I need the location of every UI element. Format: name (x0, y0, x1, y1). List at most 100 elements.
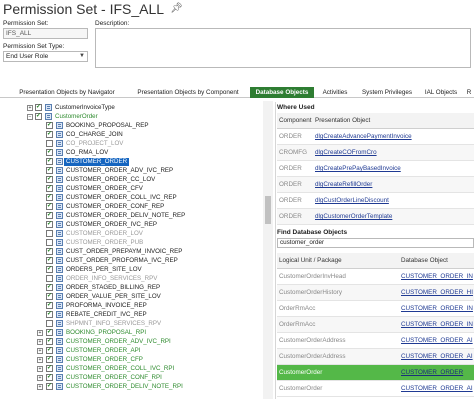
checkbox[interactable] (46, 230, 53, 237)
checkbox[interactable]: ✓ (46, 149, 53, 156)
tree-leaf[interactable]: ✓ CUSTOMER_ORDER_CONF_REP (0, 203, 263, 211)
checkbox[interactable]: ✓ (46, 185, 53, 192)
tree-node[interactable]: + ✓ CUSTOMER_ORDER_ADV_IVC_RPI (0, 338, 263, 346)
column-header-database-object[interactable]: Database Object (401, 253, 448, 269)
tree-leaf[interactable]: ✓ BOOKING_PROPOSAL_REP (0, 122, 263, 130)
tree-leaf[interactable]: CO_PROJECT_LOV (0, 140, 263, 148)
expand-icon[interactable]: + (37, 357, 43, 363)
checkbox[interactable]: ✓ (46, 347, 53, 354)
permission-set-type-select[interactable]: End User Role ▼ (3, 51, 88, 62)
tree-leaf[interactable]: CUSTOMER_ORDER_LOV (0, 230, 263, 238)
checkbox[interactable]: ✓ (46, 383, 53, 390)
column-header-component[interactable]: Component (279, 113, 312, 129)
tree-leaf[interactable]: ✓ CUST_ORDER_PREPAYM_INVOIC_REP (0, 248, 263, 256)
description-field[interactable] (95, 28, 471, 68)
tree-leaf[interactable]: ✓ ORDERS_PER_SITE_LOV (0, 266, 263, 274)
tree-leaf[interactable]: ORDER_INFO_SERVICES_RPV (0, 275, 263, 283)
checkbox[interactable]: ✓ (46, 221, 53, 228)
table-row[interactable]: CROMFG dlgCreateCOFromCro (277, 145, 474, 161)
checkbox[interactable] (46, 275, 53, 282)
expand-icon[interactable]: + (37, 375, 43, 381)
column-header-logical-unit[interactable]: Logical Unit / Package (279, 253, 342, 269)
tree-leaf[interactable]: ✓ ORDER_VALUE_PER_SITE_LOV (0, 293, 263, 301)
checkbox[interactable]: ✓ (46, 329, 53, 336)
checkbox[interactable]: ✓ (46, 131, 53, 138)
checkbox[interactable]: ✓ (35, 104, 42, 111)
tree-node[interactable]: − ✓ CustomerOrder (0, 113, 263, 121)
database-object-link[interactable]: CUSTOMER_ORDER_IN (401, 317, 473, 333)
tree-leaf[interactable]: ✓ CUSTOMER_ORDER_CC_LOV (0, 176, 263, 184)
checkbox[interactable]: ✓ (46, 293, 53, 300)
tree-node[interactable]: + ✓ CUSTOMER_ORDER_COLL_IVC_RPI (0, 365, 263, 373)
tab-database-objects[interactable]: Database Objects (250, 87, 314, 98)
tree-scrollbar-thumb[interactable] (265, 196, 271, 224)
database-object-link[interactable]: CUSTOMER_ORDER (401, 365, 463, 381)
database-object-link[interactable]: CUSTOMER_ORDER_AI (401, 381, 473, 397)
checkbox[interactable]: ✓ (46, 284, 53, 291)
table-row[interactable]: ORDER dlgCustomerOrderTemplate (277, 209, 474, 225)
tree-node[interactable]: + ✓ CUSTOMER_ORDER_CONF_RPI (0, 374, 263, 382)
table-row[interactable]: ORDER dlgCreatePrePayBasedInvoice (277, 161, 474, 177)
database-object-link[interactable]: CUSTOMER_ORDER_AI (401, 349, 473, 365)
tree-leaf-selected[interactable]: ✓ CUSTOMER_ORDER (0, 158, 263, 166)
table-row[interactable]: CustomerOrder CUSTOMER_ORDER_AI (277, 381, 474, 397)
checkbox[interactable]: ✓ (46, 266, 53, 273)
tree-node[interactable]: + ✓ CUSTOMER_ORDER_DELIV_NOTE_RPI (0, 383, 263, 391)
tab-system-privileges[interactable]: System Privileges (356, 87, 418, 98)
tab-ial-objects[interactable]: IAL Objects (421, 87, 461, 98)
tree-node[interactable]: + ✓ CUSTOMER_ORDER_API (0, 347, 263, 355)
checkbox[interactable]: ✓ (46, 176, 53, 183)
database-object-link[interactable]: CUSTOMER_ORDER_IN (401, 301, 473, 317)
checkbox[interactable]: ✓ (46, 167, 53, 174)
presentation-object-link[interactable]: dlgCreateRefillOrder (315, 177, 372, 193)
table-row[interactable]: ORDER dlgCustOrderLineDiscount (277, 193, 474, 209)
tab-activities[interactable]: Activities (317, 87, 353, 98)
column-header-presentation-object[interactable]: Presentation Object (315, 113, 370, 129)
checkbox[interactable]: ✓ (46, 356, 53, 363)
checkbox[interactable]: ✓ (46, 257, 53, 264)
tree-leaf[interactable]: ✓ CUSTOMER_ORDER_ADV_IVC_REP (0, 167, 263, 175)
table-row[interactable]: OrderRmAcc CUSTOMER_ORDER_IN (277, 301, 474, 317)
checkbox[interactable]: ✓ (46, 311, 53, 318)
checkbox[interactable]: ✓ (46, 194, 53, 201)
find-database-objects-input[interactable]: customer_order (277, 238, 474, 248)
checkbox[interactable]: ✓ (46, 248, 53, 255)
checkbox[interactable]: ✓ (46, 338, 53, 345)
tree-scrollbar[interactable] (263, 101, 273, 399)
checkbox[interactable] (46, 239, 53, 246)
tree-leaf[interactable]: ✓ ORDER_STAGED_BILLING_REP (0, 284, 263, 292)
presentation-object-link[interactable]: dlgCreatePrePayBasedInvoice (315, 161, 401, 177)
tree-leaf[interactable]: SHPMNT_INFO_SERVICES_RPV (0, 320, 263, 328)
permission-set-field[interactable]: IFS_ALL (3, 28, 88, 39)
expand-icon[interactable]: + (37, 348, 43, 354)
database-object-link[interactable]: CUSTOMER_ORDER_AI (401, 333, 473, 349)
table-row[interactable]: ORDER dlgCreateAdvancePaymentInvoice (277, 129, 474, 145)
collapse-icon[interactable]: − (27, 114, 33, 120)
tree-leaf[interactable]: ✓ CUSTOMER_ORDER_DELIV_NOTE_REP (0, 212, 263, 220)
tree-node[interactable]: + ✓ BOOKING_PROPOSAL_RPI (0, 329, 263, 337)
presentation-object-link[interactable]: dlgCustomerOrderTemplate (315, 209, 392, 225)
tree-leaf[interactable]: ✓ CUSTOMER_ORDER_CFV (0, 185, 263, 193)
tree-leaf[interactable]: ✓ CUSTOMER_ORDER_IVC_REP (0, 221, 263, 229)
table-row[interactable]: CustomerOrderAddress CUSTOMER_ORDER_AI (277, 333, 474, 349)
checkbox[interactable]: ✓ (46, 212, 53, 219)
table-row-selected[interactable]: CustomerOrder CUSTOMER_ORDER (277, 365, 474, 381)
checkbox[interactable]: ✓ (35, 113, 42, 120)
tree-leaf[interactable]: CUSTOMER_ORDER_PUB (0, 239, 263, 247)
tab-r[interactable]: R (464, 87, 474, 98)
presentation-object-link[interactable]: dlgCustOrderLineDiscount (315, 193, 389, 209)
tree-leaf[interactable]: ✓ CUSTOMER_ORDER_COLL_IVC_REP (0, 194, 263, 202)
expand-icon[interactable]: + (37, 384, 43, 390)
expand-icon[interactable]: + (37, 339, 43, 345)
tree-leaf[interactable]: ✓ CUST_ORDER_PROFORMA_IVC_REP (0, 257, 263, 265)
table-row[interactable]: CustomerOrderAddress CUSTOMER_ORDER_AI (277, 349, 474, 365)
checkbox[interactable]: ✓ (46, 374, 53, 381)
database-object-link[interactable]: CUSTOMER_ORDER_IN (401, 269, 473, 285)
tree-node[interactable]: + ✓ CUSTOMER_ORDER_CFP (0, 356, 263, 364)
checkbox[interactable] (46, 140, 53, 147)
tree-leaf[interactable]: ✓ CO_CHARGE_JOIN (0, 131, 263, 139)
tree-leaf[interactable]: ✓ CO_RMA_LOV (0, 149, 263, 157)
tree-leaf[interactable]: ✓ REBATE_CREDIT_IVC_REP (0, 311, 263, 319)
database-object-link[interactable]: CUSTOMER_ORDER_HI (401, 285, 473, 301)
pin-icon[interactable]: 📌︎ (170, 3, 183, 14)
